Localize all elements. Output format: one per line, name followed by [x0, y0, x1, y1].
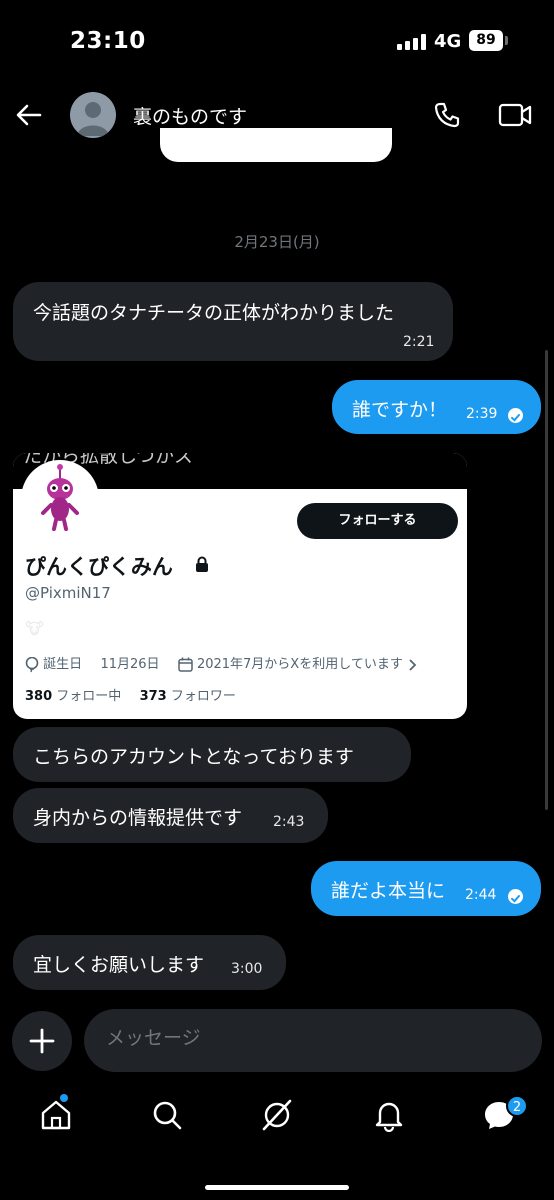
- chevron-right-icon: [409, 658, 417, 671]
- calendar-icon: [178, 657, 193, 672]
- message-bubble-incoming[interactable]: 宜しくお願いします 3:00: [13, 935, 286, 990]
- birthday-value: 11月26日: [100, 657, 160, 672]
- home-notification-dot: [60, 1094, 68, 1102]
- home-icon[interactable]: [39, 1098, 73, 1132]
- follow-button[interactable]: フォローする: [297, 503, 458, 539]
- pikmin-avatar-icon: [24, 463, 96, 535]
- message-bubble-outgoing[interactable]: 誰ですか！ 2:39: [332, 380, 541, 434]
- message-text: 宜しくお願いします: [33, 954, 205, 976]
- message-time: 2:43: [273, 814, 305, 830]
- plus-icon: [29, 1028, 55, 1054]
- profile-name: ぴんくぴくみん: [25, 555, 173, 579]
- profile-handle: @PixmiN17: [25, 584, 111, 602]
- video-call-icon[interactable]: [498, 100, 532, 130]
- messages-unread-badge: 2: [506, 1095, 528, 1117]
- profile-preview-card[interactable]: たから拡散しつかス フォローする ぴんくぴくみん @PixmiN17 🐮 誕生日: [13, 453, 467, 719]
- grok-icon[interactable]: [260, 1098, 294, 1132]
- search-icon[interactable]: [150, 1098, 184, 1132]
- scrollbar[interactable]: [545, 350, 548, 810]
- network-type: 4G: [434, 31, 462, 52]
- contact-name[interactable]: 裏のものです: [133, 102, 247, 129]
- message-composer[interactable]: [84, 1009, 542, 1072]
- message-input[interactable]: [106, 1027, 506, 1049]
- bottom-tab-bar: [0, 1090, 554, 1150]
- message-text: 誰だよ本当に: [331, 880, 446, 902]
- message-text: 今話題のタナチータの正体がわかりました: [33, 302, 395, 324]
- following-label[interactable]: フォロー中: [56, 689, 121, 704]
- message-bubble-incoming[interactable]: 身内からの情報提供です 2:43: [13, 788, 328, 843]
- follow-stats: 380 フォロー中 373 フォロワー: [25, 685, 236, 704]
- message-bubble-incoming[interactable]: 今話題のタナチータの正体がわかりました 2:21: [13, 282, 453, 361]
- lock-icon: [196, 556, 208, 572]
- message-text: こちらのアカウントとなっております: [33, 746, 354, 768]
- read-check-icon: [508, 408, 523, 423]
- phone-icon[interactable]: [432, 100, 462, 130]
- notifications-bell-icon[interactable]: [372, 1098, 406, 1132]
- message-bubble-incoming[interactable]: こちらのアカウントとなっております: [13, 727, 411, 782]
- message-time: 2:39: [466, 406, 498, 422]
- read-check-icon: [508, 889, 523, 904]
- date-separator: 2月23日(月): [234, 233, 320, 251]
- followers-label[interactable]: フォロワー: [171, 689, 236, 704]
- message-time: 3:00: [231, 961, 263, 977]
- following-count: 380: [25, 689, 53, 704]
- add-attachment-button[interactable]: [12, 1011, 72, 1071]
- status-bar: 23:10 4G 89: [0, 0, 554, 80]
- balloon-icon: [25, 656, 39, 672]
- message-bubble-outgoing[interactable]: 誰だよ本当に 2:44: [311, 861, 541, 916]
- followers-count: 373: [139, 689, 167, 704]
- previous-card-edge: [160, 128, 392, 162]
- message-text: 誰ですか！: [352, 399, 448, 421]
- message-time: 2:44: [465, 887, 497, 903]
- home-indicator[interactable]: [205, 1185, 349, 1190]
- birthday-label: 誕生日: [43, 657, 83, 672]
- message-text: 身内からの情報提供です: [33, 807, 243, 829]
- contact-avatar[interactable]: [70, 92, 116, 138]
- battery-level: 89: [469, 30, 503, 51]
- battery-icon: [505, 36, 508, 45]
- default-avatar-icon: [77, 102, 109, 136]
- joined-date: 2021年7月からXを利用しています: [196, 657, 403, 672]
- signal-icon: [397, 34, 427, 50]
- back-arrow-icon[interactable]: [14, 100, 44, 130]
- status-time: 23:10: [70, 28, 146, 54]
- profile-avatar[interactable]: [21, 460, 99, 538]
- message-time: 2:21: [403, 334, 435, 350]
- bio-emoji: 🐮: [25, 619, 44, 638]
- profile-meta: 誕生日 11月26日 2021年7月からXを利用しています: [25, 653, 417, 672]
